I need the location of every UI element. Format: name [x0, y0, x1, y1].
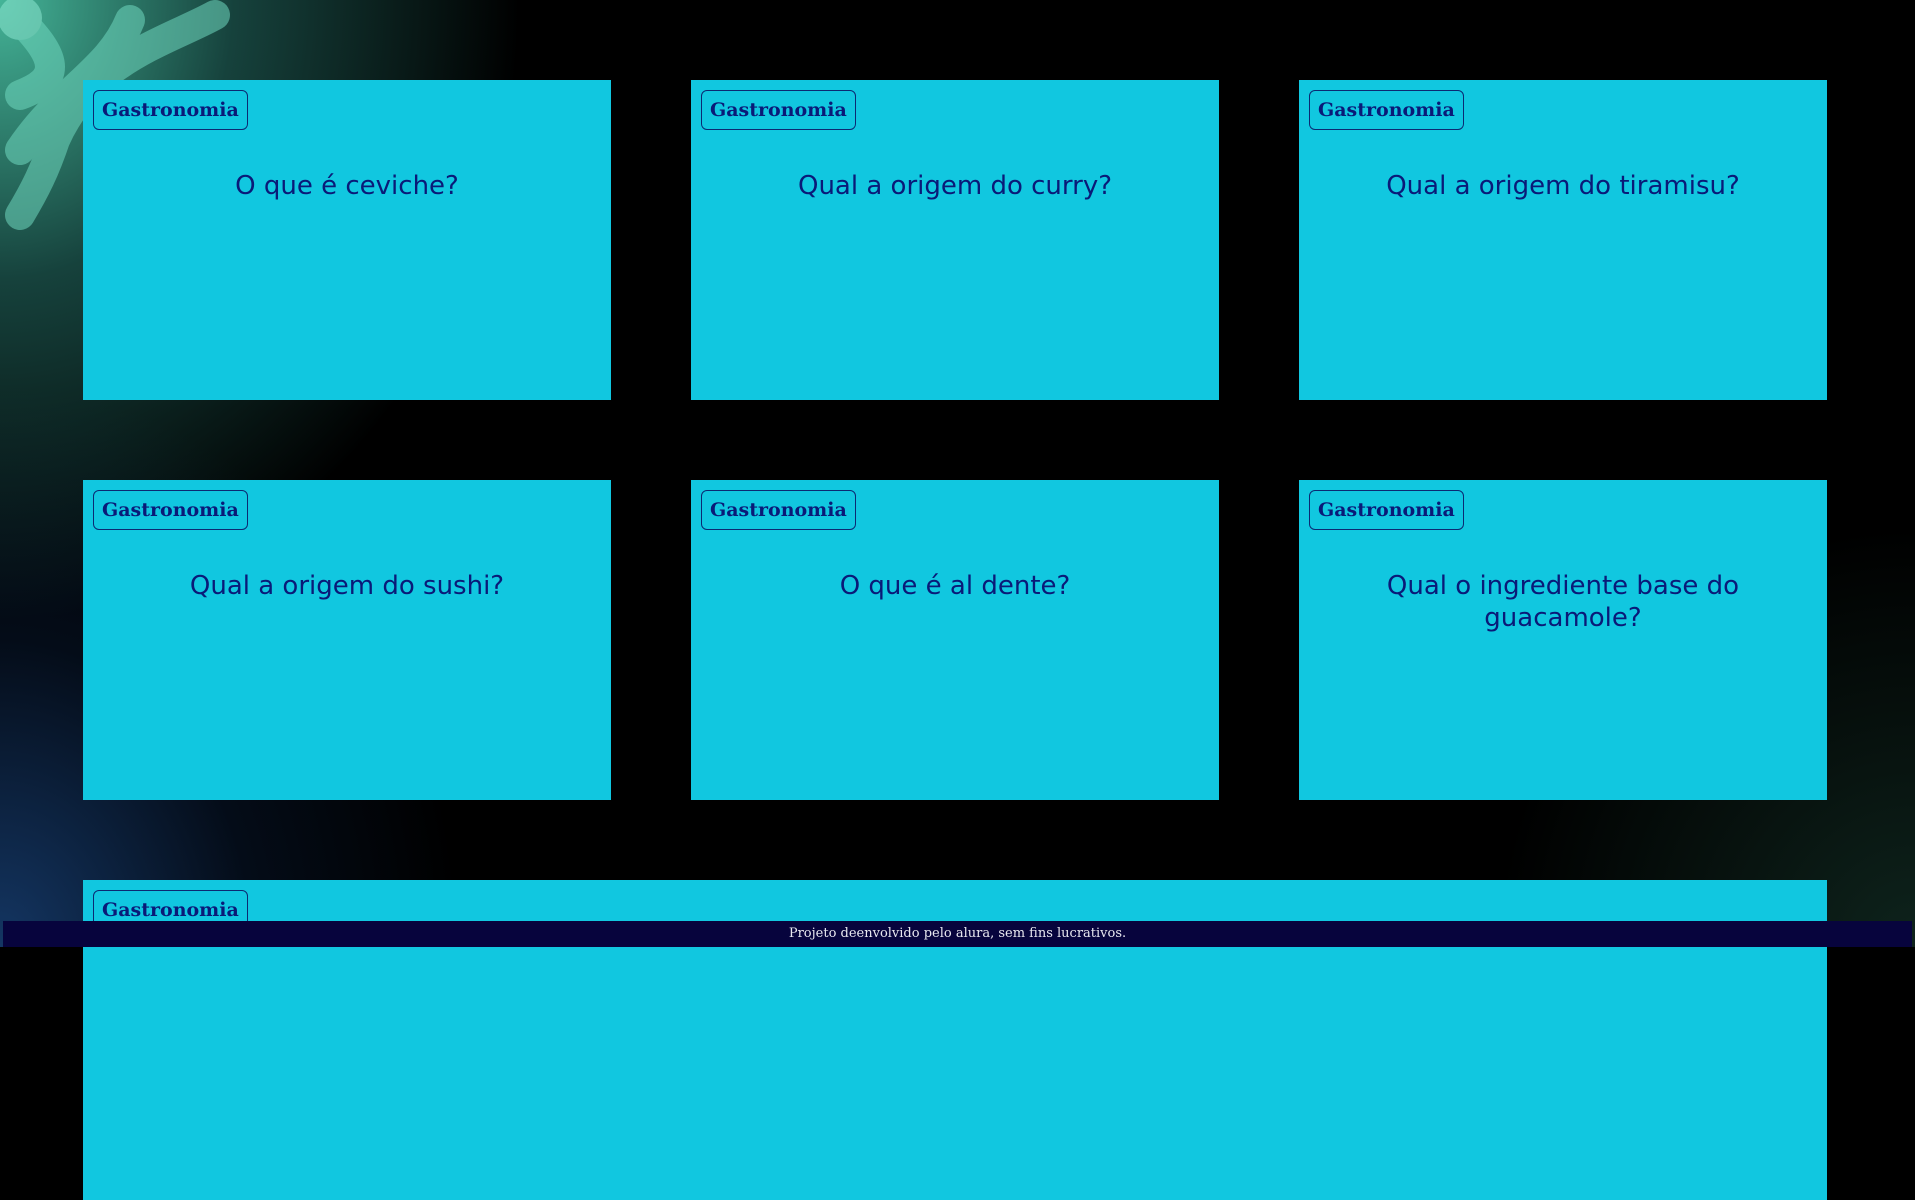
category-tag: Gastronomia — [93, 90, 248, 130]
page-footer: Projeto deenvolvido pelo alura, sem fins… — [3, 921, 1912, 947]
question-card[interactable]: Gastronomia Qual o ingrediente base do g… — [1299, 480, 1827, 800]
category-tag: Gastronomia — [701, 490, 856, 530]
card-grid: Gastronomia O que é ceviche? Gastronomia… — [83, 80, 1828, 1200]
category-tag: Gastronomia — [1309, 90, 1464, 130]
category-tag: Gastronomia — [701, 90, 856, 130]
card-question: Qual a origem do sushi? — [189, 571, 505, 601]
card-question: Qual a origem do tiramisu? — [1386, 171, 1740, 201]
question-card[interactable]: Gastronomia Qual a origem do tiramisu? — [1299, 80, 1827, 400]
question-card[interactable]: Gastronomia Qual a origem do curry? — [691, 80, 1219, 400]
category-tag: Gastronomia — [1309, 490, 1464, 530]
question-card[interactable]: Gastronomia O que é al dente? — [691, 480, 1219, 800]
category-tag: Gastronomia — [93, 490, 248, 530]
question-card[interactable]: Gastronomia Qual a origem do sushi? — [83, 480, 611, 800]
footer-text: Projeto deenvolvido pelo alura, sem fins… — [788, 926, 1127, 941]
card-question: O que é ceviche? — [235, 171, 459, 201]
card-question: Qual a origem do curry? — [797, 171, 1113, 201]
card-question: Qual o ingrediente base do guacamole? — [1386, 571, 1740, 633]
card-question: O que é al dente? — [839, 571, 1071, 601]
question-card[interactable]: Gastronomia O que é ceviche? — [83, 80, 611, 400]
